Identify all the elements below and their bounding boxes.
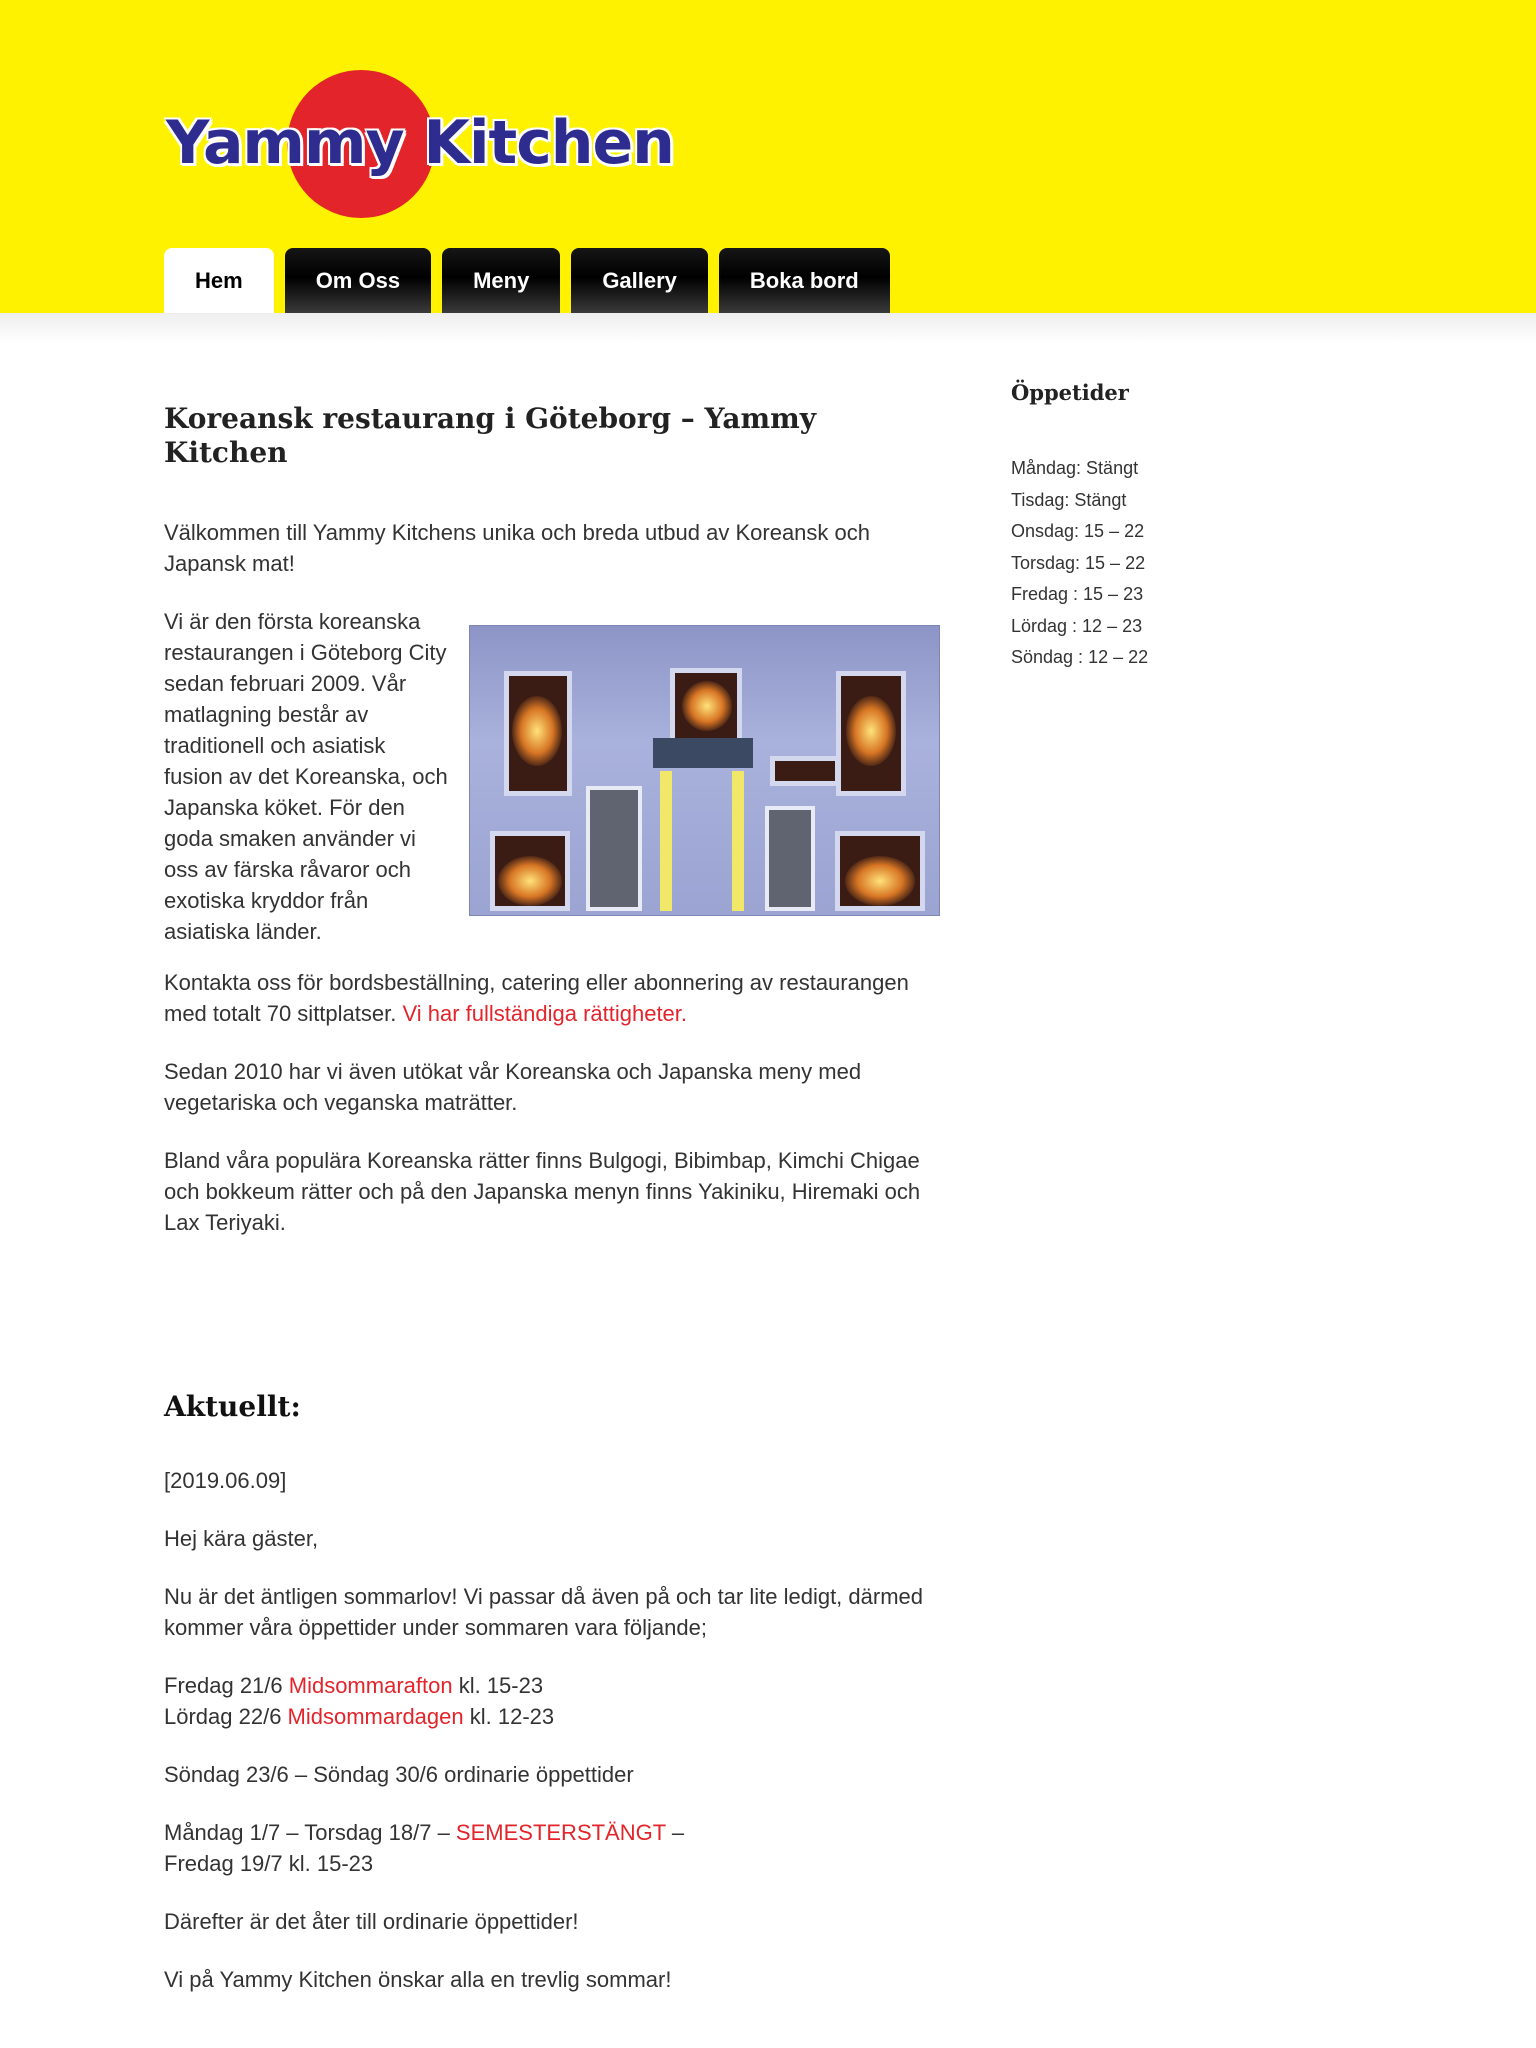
storefront-glow-bottom-right [845,856,915,907]
storefront-light-strip-left [660,771,672,912]
hours-sunday: Söndag : 12 – 22 [1011,647,1149,667]
intro-paragraph: Välkommen till Yammy Kitchens unika och … [164,520,870,577]
midsummer-eve-link[interactable]: Midsommarafton [289,1673,453,1698]
main-content: Koreansk restaurang i Göteborg – Yammy K… [164,380,940,1995]
storefront-light-strip-right [732,771,744,912]
news-vacation-closed: Måndag 1/7 – Torsdag 18/7 – SEMESTERSTÄN… [164,1817,940,1848]
news-summer-paragraph: Nu är det äntligen sommarlov! Vi passar … [164,1584,923,1641]
nav-tab-gallery[interactable]: Gallery [571,248,708,313]
vegan-paragraph: Sedan 2010 har vi även utökat vår Korean… [164,1059,862,1116]
licence-link[interactable]: Vi har fullständiga rättigheter. [402,1001,687,1026]
nav-tab-om-oss[interactable]: Om Oss [284,248,432,313]
nav-tab-boka-bord[interactable]: Boka bord [718,248,890,313]
midsummer-eve-date: Fredag 21/6 [164,1673,289,1699]
nav-tab-hem[interactable]: Hem [164,248,274,313]
storefront-awning [653,738,753,769]
storefront-sign [770,756,840,787]
midsummer-eve-hours: kl. 15-23 [452,1673,544,1699]
storefront-glow-bottom-left [498,856,562,907]
news-reopen: Fredag 19/7 kl. 15-23 [164,1851,374,1877]
site-header: Yammy Kitchen Hem Om Oss Meny Gallery Bo… [0,0,1536,313]
opening-hours-list: Måndag: Stängt Tisdag: Stängt Onsdag: 15… [1011,453,1311,674]
news-after: Därefter är det åter till ordinarie öppe… [164,1909,579,1935]
opening-hours-sidebar: Öppetider Måndag: Stängt Tisdag: Stängt … [1011,380,1311,674]
hours-tuesday: Tisdag: Stängt [1011,489,1127,510]
restaurant-storefront-image [469,625,940,917]
midsummer-day-link[interactable]: Midsommardagen [288,1704,464,1729]
site-logo[interactable]: Yammy Kitchen [160,66,675,226]
midsummer-day-hours: kl. 12-23 [463,1704,555,1730]
storefront-door-left [586,786,642,912]
storefront-glow-right [846,696,896,767]
logo-text: Yammy Kitchen [166,108,675,178]
opening-hours-title: Öppetider [1011,380,1129,405]
vacation-closed-link[interactable]: SEMESTERSTÄNGT [456,1820,666,1845]
header-shadow [0,313,1536,343]
news-midsummer-eve: Fredag 21/6 Midsommarafton kl. 15-23 [164,1670,940,1701]
hours-wednesday: Onsdag: 15 – 22 [1011,521,1145,541]
storefront-glow-top [682,681,732,732]
news-ordinary-hours: Söndag 23/6 – Söndag 30/6 ordinarie öppe… [164,1762,634,1788]
hours-friday: Fredag : 15 – 23 [1011,584,1144,604]
about-paragraph: Vi är den första koreanska restaurangen … [164,609,448,945]
about-block: Vi är den första koreanska restaurangen … [164,606,940,944]
news-midsummer-day: Lördag 22/6 Midsommardagen kl. 12-23 [164,1701,940,1732]
news-greeting: Hej kära gäster, [164,1526,319,1552]
popular-dishes-paragraph: Bland våra populära Koreanska rätter fin… [164,1148,921,1236]
midsummer-day-date: Lördag 22/6 [164,1704,288,1730]
vacation-dash: – [665,1820,685,1846]
hours-thursday: Torsdag: 15 – 22 [1011,552,1146,573]
contact-paragraph: Kontakta oss för bordsbeställning, cater… [164,967,940,1029]
vacation-dates: Måndag 1/7 – Torsdag 18/7 – [164,1820,456,1846]
storefront-door-right [765,806,815,912]
storefront-glow-left [512,696,562,767]
news-wish: Vi på Yammy Kitchen önskar alla en trevl… [164,1967,672,1993]
news-title: Aktuellt: [164,1390,301,1424]
hours-saturday: Lördag : 12 – 23 [1011,615,1143,636]
main-nav: Hem Om Oss Meny Gallery Boka bord [164,248,890,313]
hours-monday: Måndag: Stängt [1011,458,1139,478]
nav-tab-meny[interactable]: Meny [442,248,561,313]
news-date: [2019.06.09] [164,1468,287,1494]
page-title: Koreansk restaurang i Göteborg – Yammy K… [164,402,816,469]
